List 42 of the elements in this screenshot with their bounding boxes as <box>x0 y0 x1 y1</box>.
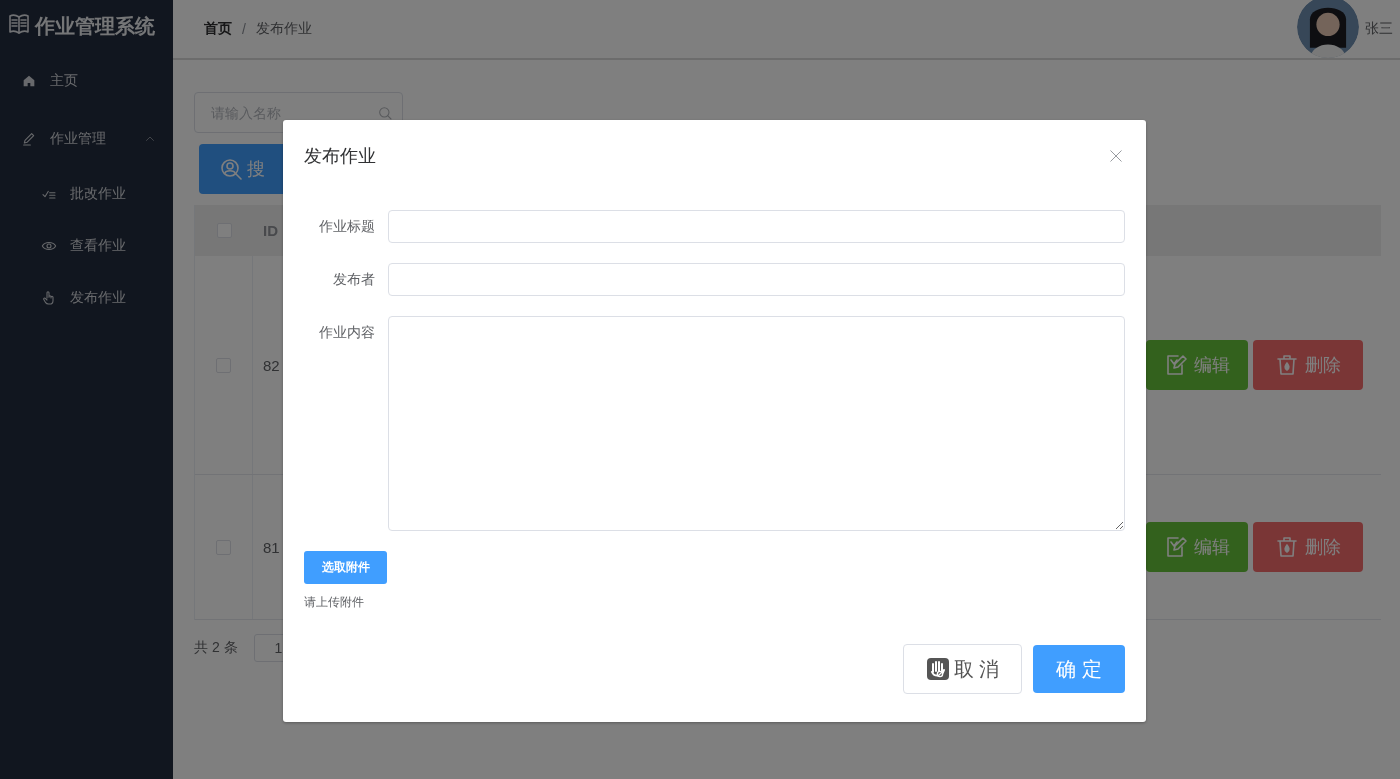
table-cell: 82 <box>263 356 280 374</box>
input-field[interactable] <box>388 210 1125 243</box>
upload-hint: 请上传附件 <box>304 594 365 611</box>
book-icon <box>7 12 31 36</box>
edit-icon <box>1164 535 1188 559</box>
search-button[interactable]: 搜 <box>199 144 283 194</box>
text-area[interactable] <box>388 316 1125 531</box>
table-cell: 81 <box>263 538 280 556</box>
menu-item[interactable]: 查看作业 <box>0 220 173 272</box>
avatar-icon <box>1297 0 1359 58</box>
edit-button[interactable]: 编辑 <box>1146 522 1248 572</box>
pencil-icon <box>21 131 37 147</box>
cancel-button[interactable]: 取 消 <box>903 644 1022 694</box>
field-label: 发布者 <box>332 270 376 289</box>
field-label: 作业内容 <box>318 323 376 342</box>
search-icon <box>219 157 243 181</box>
total-count: 共 2 条 <box>194 639 238 657</box>
breadcrumb-item[interactable]: 首页 <box>204 20 232 38</box>
search-icon <box>377 105 393 121</box>
hand-icon <box>925 657 950 681</box>
hand-icon <box>41 290 57 306</box>
menu-item[interactable]: 作业管理 <box>0 110 173 168</box>
breadcrumb-item: 发布作业 <box>255 20 312 38</box>
close-icon[interactable] <box>1109 149 1123 163</box>
input-field[interactable] <box>388 263 1125 296</box>
upload-button[interactable]: 选取附件 <box>304 551 387 584</box>
breadcrumb-separator: / <box>242 21 246 37</box>
app-logo-title: 作业管理系统 <box>35 13 155 39</box>
trash-icon <box>1275 353 1299 377</box>
edit-button[interactable]: 编辑 <box>1146 340 1248 390</box>
delete-button[interactable]: 删除 <box>1253 522 1363 572</box>
home-icon <box>21 73 37 89</box>
user-name: 张三 <box>1365 20 1393 38</box>
delete-button[interactable]: 删除 <box>1253 340 1363 390</box>
trash-icon <box>1275 535 1299 559</box>
menu-item[interactable]: 批改作业 <box>0 168 173 220</box>
menu-item[interactable]: 发布作业 <box>0 272 173 324</box>
edit-icon <box>1164 353 1188 377</box>
menu-item[interactable]: 主页 <box>0 52 173 110</box>
field-label: 作业标题 <box>318 217 376 236</box>
confirm-button[interactable]: 确 定 <box>1033 645 1125 693</box>
dialog-title: 发布作业 <box>304 145 376 168</box>
